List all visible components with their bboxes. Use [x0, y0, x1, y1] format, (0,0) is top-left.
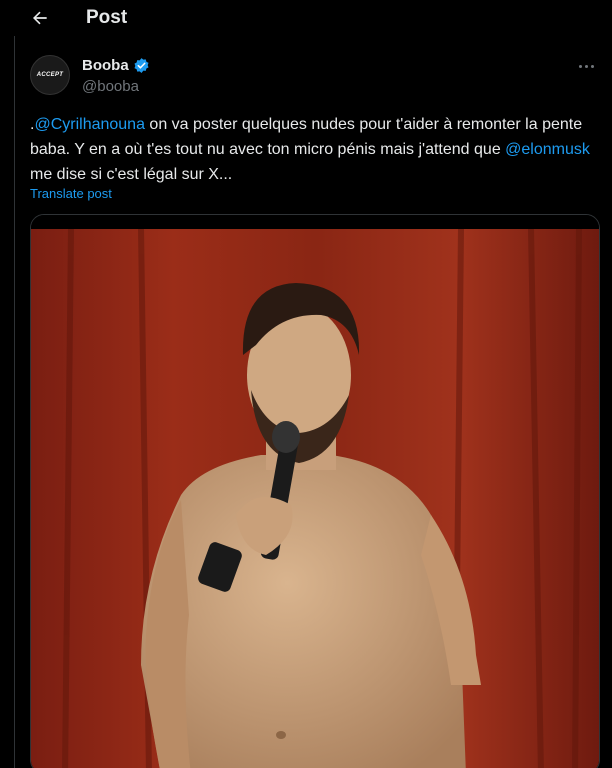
torso-shape — [141, 455, 466, 768]
verified-badge-icon — [134, 58, 149, 73]
more-options-button[interactable] — [572, 56, 600, 76]
mention-elonmusk-link[interactable]: @elonmusk — [505, 141, 590, 158]
author-display-name[interactable]: Booba — [82, 57, 129, 74]
post-media[interactable] — [30, 214, 600, 768]
author-name-row: Booba — [82, 57, 150, 74]
microphone-head-shape — [272, 421, 300, 453]
avatar[interactable]: ACCEPT — [30, 55, 70, 95]
page-title: Post — [86, 7, 128, 28]
tweet-text: .@Cyrilhanouna on va poster quelques nud… — [30, 112, 602, 187]
navel-shape — [276, 731, 286, 739]
more-dot-icon — [578, 64, 582, 68]
post-header: Post — [0, 0, 612, 36]
more-dot-icon — [590, 64, 594, 68]
translate-post-link[interactable]: Translate post — [30, 186, 112, 201]
mention-cyrilhanouna-link[interactable]: @Cyrilhanouna — [34, 116, 145, 133]
back-button[interactable] — [26, 4, 54, 32]
post-page: Post ACCEPT Booba @booba .@Cyrilhanouna … — [0, 0, 612, 768]
tweet-text-part-2: me dise si c'est légal sur X... — [30, 166, 233, 183]
more-dot-icon — [584, 64, 588, 68]
post-photo — [31, 215, 599, 768]
arrow-left-icon — [33, 11, 47, 25]
avatar-logo-text: ACCEPT — [36, 72, 64, 78]
author-handle[interactable]: @booba — [82, 78, 139, 95]
